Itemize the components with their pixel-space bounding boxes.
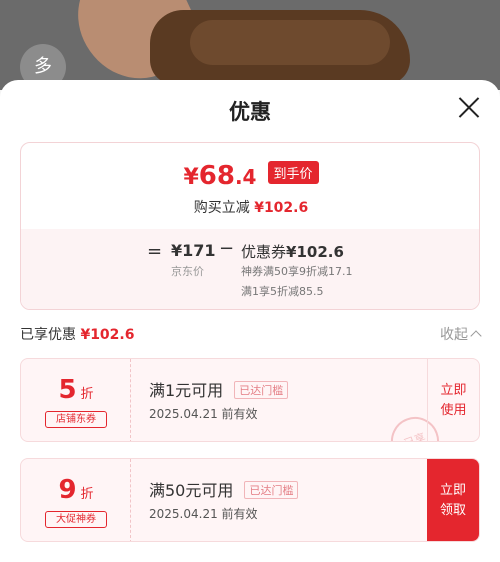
coupon-status-badge: 已达门槛	[234, 381, 289, 399]
coupon-total-amount: ¥102.6	[286, 243, 344, 261]
coupon-total-label: 优惠券	[241, 243, 287, 261]
coupon-condition-text: 满1元可用	[149, 381, 224, 400]
coupon-discount-value: 5	[58, 375, 77, 405]
price-decimal: .4	[234, 165, 257, 189]
coupon-discount-value: 9	[58, 475, 77, 505]
base-price: ¥171	[171, 241, 216, 260]
price-integer: 68	[198, 161, 235, 191]
coupon-total: 优惠券¥102.6	[241, 241, 344, 262]
collapse-label: 收起	[440, 327, 468, 343]
coupon-discount-panel: 9折 大促神券	[21, 459, 131, 541]
coupon-discount: 5折	[21, 375, 131, 405]
coupon-discount: 9折	[21, 475, 131, 505]
coupon-status-badge: 已达门槛	[244, 481, 299, 499]
close-icon[interactable]	[458, 96, 480, 118]
equals-sign: =	[147, 241, 163, 262]
coupon-detail-2: 满1享5折减85.5	[241, 285, 324, 298]
enjoyed-label: 已享优惠	[20, 327, 76, 343]
coupon-discount-panel: 5折 店铺东券	[21, 359, 131, 441]
coupon-discount-unit: 折	[80, 487, 94, 502]
coupon-card: 5折 店铺东券 满1元可用 已达门槛 2025.04.21 前有效 已享 立即使…	[20, 358, 480, 442]
collapse-button[interactable]: 收起	[440, 324, 482, 344]
coupon-condition: 满1元可用 已达门槛	[149, 377, 289, 401]
coupon-condition: 满50元可用 已达门槛	[149, 477, 299, 501]
coupon-condition-text: 满50元可用	[149, 481, 234, 500]
coupon-type-badge: 大促神券	[45, 511, 107, 528]
coupon-card: 9折 大促神券 满50元可用 已达门槛 2025.04.21 前有效 立即 领取	[20, 458, 480, 542]
price-tag-badge: 到手价	[267, 161, 319, 184]
coupon-expiry: 2025.04.21 前有效	[149, 507, 258, 521]
product-graphic-detail	[190, 20, 390, 65]
minus-sign: −	[219, 238, 235, 259]
enjoyed-amount: ¥102.6	[80, 327, 135, 343]
coupon-detail-1: 神券满50享9折减17.1	[241, 265, 353, 278]
sheet-title: 优惠	[229, 100, 271, 124]
enjoyed-discount: 已享优惠 ¥102.6	[20, 324, 134, 344]
price-summary-card: ¥68.4 到手价 购买立减 ¥102.6 = ¥171 京东价 − 优惠券¥1…	[20, 142, 480, 310]
instant-discount-label: 购买立减	[193, 200, 250, 216]
base-price-label: 京东价	[171, 265, 204, 278]
final-price: ¥68.4 到手价	[21, 161, 479, 191]
currency-symbol: ¥	[183, 165, 199, 190]
coupon-expiry: 2025.04.21 前有效	[149, 407, 258, 421]
product-image-background: 多	[0, 0, 500, 90]
discount-sheet: 优惠 ¥68.4 到手价 购买立减 ¥102.6 = ¥171 京东价 − 优惠…	[0, 80, 500, 562]
chevron-up-icon	[470, 330, 482, 342]
coupon-type-badge: 店铺东券	[45, 411, 107, 428]
instant-discount-amount: ¥102.6	[254, 200, 309, 216]
claim-now-button[interactable]: 立即 领取	[427, 459, 479, 541]
instant-discount: 购买立减 ¥102.6	[21, 197, 479, 217]
coupon-discount-unit: 折	[80, 387, 94, 402]
use-now-button[interactable]: 立即 使用	[427, 359, 479, 441]
